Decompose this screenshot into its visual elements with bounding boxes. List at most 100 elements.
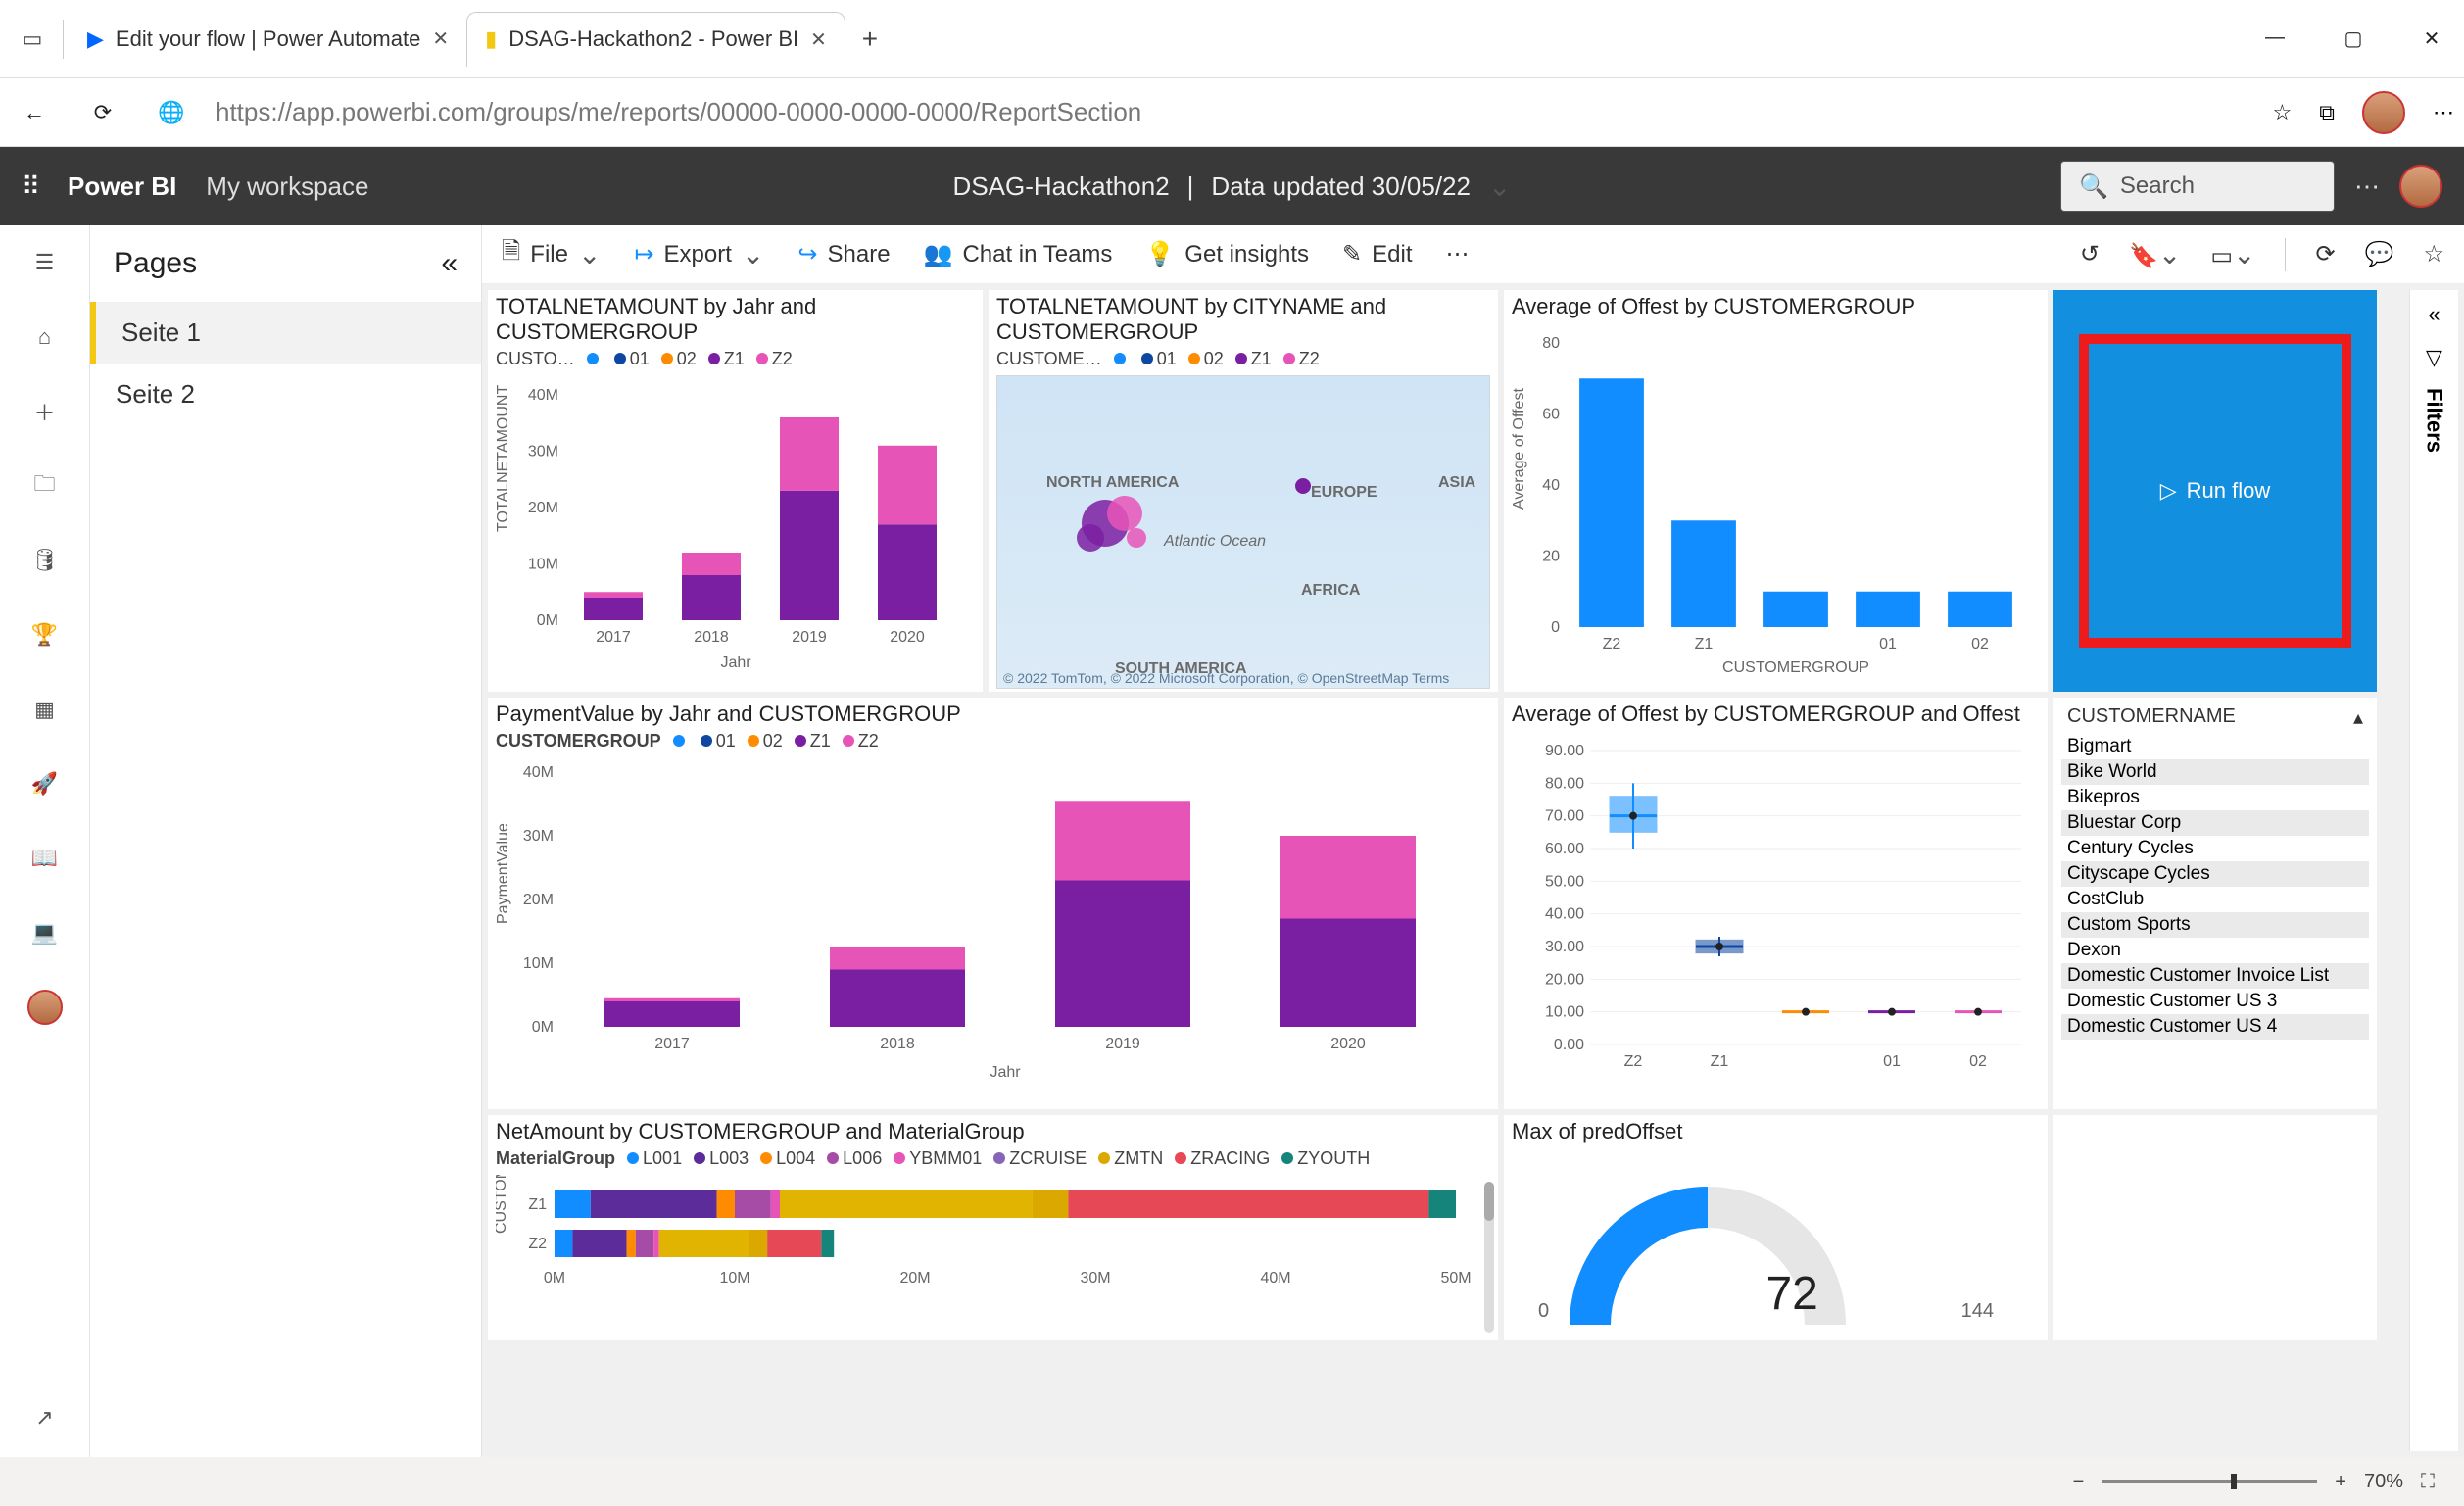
table-row[interactable]: Domestic Customer US 3 xyxy=(2061,989,2369,1014)
svg-text:2020: 2020 xyxy=(890,629,925,646)
deployment-icon[interactable]: 🚀 xyxy=(25,764,65,803)
report-toolbar: 🗎File⌄ ↦Export⌄ ↪Share 👥Chat in Teams 💡G… xyxy=(482,225,2464,284)
tab-actions-icon[interactable]: ▭ xyxy=(8,15,57,64)
apps-icon[interactable]: ▦ xyxy=(25,690,65,729)
table-row[interactable]: Dexon xyxy=(2061,938,2369,963)
user-avatar[interactable] xyxy=(2399,165,2442,208)
chart-svg: TOTALNETAMOUNT 0M10M20M30M40M 2017201820… xyxy=(496,375,976,669)
edit-button[interactable]: ✎Edit xyxy=(1342,240,1412,268)
workspace-name[interactable]: My workspace xyxy=(206,171,368,202)
site-info-icon[interactable]: 🌐 xyxy=(147,88,196,137)
close-icon[interactable]: ✕ xyxy=(810,27,827,52)
table-row[interactable]: Bike World xyxy=(2061,759,2369,785)
chart-svg: Average of Offest 020406080Z2Z10102 CUST… xyxy=(1512,323,2041,676)
svg-text:20M: 20M xyxy=(899,1270,930,1287)
filters-rail[interactable]: « ▽ Filters xyxy=(2409,290,2458,1451)
table-row[interactable]: Bikepros xyxy=(2061,785,2369,810)
filter-icon[interactable]: ▽ xyxy=(2426,345,2442,370)
table-row[interactable]: Bigmart xyxy=(2061,734,2369,759)
svg-text:Z1: Z1 xyxy=(1711,1053,1729,1070)
svg-text:20M: 20M xyxy=(528,500,558,516)
table-row[interactable]: Custom Sports xyxy=(2061,912,2369,938)
page-item-0[interactable]: Seite 1 xyxy=(90,302,481,364)
close-icon[interactable]: ✕ xyxy=(432,26,449,51)
viz-paymentvalue[interactable]: PaymentValue by Jahr and CUSTOMERGROUP C… xyxy=(488,698,1498,1109)
goals-icon[interactable]: 🏆 xyxy=(25,615,65,655)
map-visual[interactable]: NORTH AMERICA EUROPE ASIA Atlantic Ocean… xyxy=(996,375,1490,689)
power-automate-icon: ▶ xyxy=(87,26,104,52)
viz-avg-offest-box[interactable]: Average of Offest by CUSTOMERGROUP and O… xyxy=(1504,698,2048,1109)
more-options-icon[interactable]: ⋯ xyxy=(2354,171,2380,202)
legend: CUSTO… 01 02 Z1 Z2 xyxy=(496,349,975,369)
learn-icon[interactable]: 📖 xyxy=(25,839,65,878)
favorite-report-icon[interactable]: ☆ xyxy=(2423,240,2444,268)
profile-avatar[interactable] xyxy=(2362,91,2405,134)
viz-netamount-material[interactable]: NetAmount by CUSTOMERGROUP and MaterialG… xyxy=(488,1115,1498,1340)
comments-icon[interactable]: 💬 xyxy=(2365,240,2394,268)
maximize-button[interactable]: ▢ xyxy=(2329,26,2378,51)
file-menu[interactable]: 🗎File⌄ xyxy=(502,234,601,274)
browser-tab-0[interactable]: ▶ Edit your flow | Power Automate ✕ xyxy=(70,12,466,67)
expand-icon[interactable]: ↗ xyxy=(25,1398,65,1437)
browse-icon[interactable]: 🗀 xyxy=(25,466,65,506)
viz-gauge[interactable]: Max of predOffset 0 72 144 xyxy=(1504,1115,2048,1340)
table-row[interactable]: Cityscape Cycles xyxy=(2061,861,2369,887)
refresh-button[interactable]: ⟳ xyxy=(78,88,127,137)
search-input[interactable]: 🔍 Search xyxy=(2060,161,2335,212)
fit-page-icon[interactable]: ⛶ xyxy=(2421,1471,2435,1493)
zoom-in-button[interactable]: + xyxy=(2335,1471,2346,1493)
run-flow-button[interactable]: ▷ Run flow xyxy=(2079,334,2350,648)
table-row[interactable]: Domestic Customer Invoice List xyxy=(2061,963,2369,989)
viz-totalnetamount-city[interactable]: TOTALNETAMOUNT by CITYNAME and CUSTOMERG… xyxy=(989,290,1498,692)
my-workspace-avatar[interactable] xyxy=(25,988,65,1027)
scrollbar[interactable] xyxy=(1484,1182,1494,1333)
more-icon[interactable]: ⋯ xyxy=(2433,100,2454,125)
zoom-pct: 70% xyxy=(2364,1471,2403,1493)
back-button[interactable]: ← xyxy=(10,88,59,137)
data-hub-icon[interactable]: 🛢 xyxy=(25,541,65,580)
menu-icon[interactable]: ☰ xyxy=(25,243,65,282)
table-row[interactable]: Domestic Customer US 4 xyxy=(2061,1014,2369,1040)
new-tab-button[interactable]: + xyxy=(845,15,894,64)
create-icon[interactable]: ＋ xyxy=(25,392,65,431)
view-icon[interactable]: ▭⌄ xyxy=(2210,238,2255,270)
table-row[interactable]: Century Cycles xyxy=(2061,836,2369,861)
reset-icon[interactable]: ↺ xyxy=(2080,240,2100,268)
close-button[interactable]: ✕ xyxy=(2407,26,2456,51)
favorite-icon[interactable]: ☆ xyxy=(2273,100,2293,125)
browser-tabs: ▶ Edit your flow | Power Automate ✕ ▮ DS… xyxy=(70,12,894,67)
app-launcher-icon[interactable]: ⠿ xyxy=(22,171,38,202)
bookmark-icon[interactable]: 🔖⌄ xyxy=(2129,238,2181,270)
refresh-visuals-icon[interactable]: ⟳ xyxy=(2315,240,2335,268)
minimize-button[interactable]: — xyxy=(2250,26,2299,51)
chat-teams-button[interactable]: 👥Chat in Teams xyxy=(924,240,1113,268)
chevron-down-icon[interactable]: ⌄ xyxy=(1488,170,1511,203)
workspaces-icon[interactable]: 💻 xyxy=(25,913,65,952)
svg-text:30M: 30M xyxy=(1080,1270,1110,1287)
share-button[interactable]: ↪Share xyxy=(797,240,890,268)
more-toolbar-icon[interactable]: ⋯ xyxy=(1446,240,1470,268)
collapse-filters-icon[interactable]: « xyxy=(2428,302,2440,327)
zoom-out-button[interactable]: − xyxy=(2073,1471,2085,1493)
viz-customer-table[interactable]: CUSTOMERNAME▴ BigmartBike WorldBikeprosB… xyxy=(2053,698,2377,1109)
url-field[interactable]: https://app.powerbi.com/groups/me/report… xyxy=(216,97,2253,127)
svg-text:10M: 10M xyxy=(528,557,558,573)
data-updated[interactable]: Data updated 30/05/22 xyxy=(1211,171,1471,202)
browser-tab-1[interactable]: ▮ DSAG-Hackathon2 - Power BI ✕ xyxy=(466,12,845,67)
table-row[interactable]: CostClub xyxy=(2061,887,2369,912)
table-row[interactable]: Bluestar Corp xyxy=(2061,810,2369,836)
home-icon[interactable]: ⌂ xyxy=(25,317,65,357)
legend: CUSTOME… 01 02 Z1 Z2 xyxy=(996,349,1490,369)
collapse-pages-icon[interactable]: « xyxy=(441,247,458,280)
svg-text:80: 80 xyxy=(1542,335,1560,352)
viz-totalnetamount-year[interactable]: TOTALNETAMOUNT by Jahr and CUSTOMERGROUP… xyxy=(488,290,983,692)
viz-run-flow[interactable]: ▷ Run flow xyxy=(2053,290,2377,692)
zoom-slider[interactable] xyxy=(2102,1480,2317,1483)
viz-avg-offest[interactable]: Average of Offest by CUSTOMERGROUP Avera… xyxy=(1504,290,2048,692)
svg-text:10M: 10M xyxy=(719,1270,749,1287)
insights-button[interactable]: 💡Get insights xyxy=(1145,240,1309,268)
page-item-1[interactable]: Seite 2 xyxy=(90,364,481,425)
export-menu[interactable]: ↦Export⌄ xyxy=(634,238,764,270)
collections-icon[interactable]: ⧉ xyxy=(2319,100,2335,125)
sort-icon[interactable]: ▴ xyxy=(2353,705,2363,730)
